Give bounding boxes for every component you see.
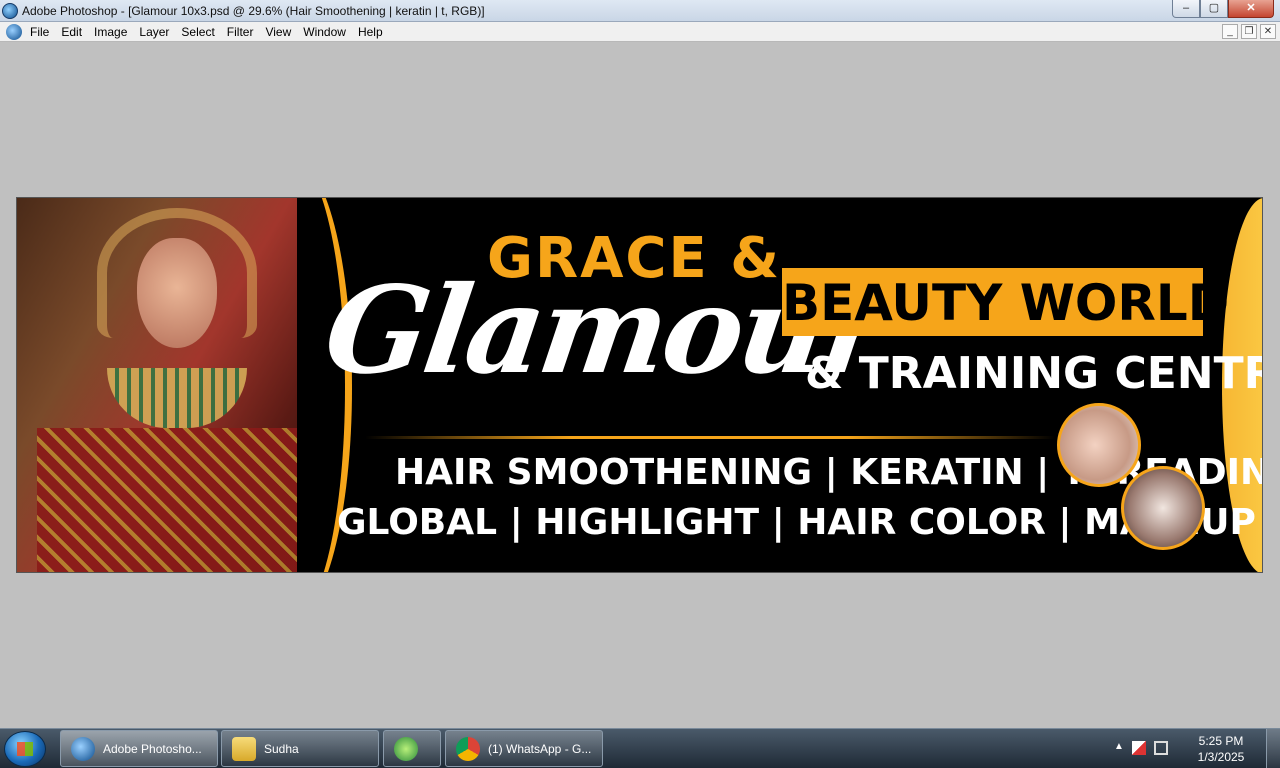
taskbar-item-label: Adobe Photosho... (103, 741, 202, 756)
taskbar-item-green-app[interactable] (383, 730, 441, 767)
close-button[interactable]: ✕ (1228, 0, 1274, 18)
action-center-icon[interactable] (1132, 741, 1146, 755)
green-app-icon (394, 736, 418, 761)
beauty-world-box: BEAUTY WORLD (782, 268, 1230, 336)
network-icon[interactable] (1154, 741, 1168, 755)
window-titlebar: Adobe Photoshop - [Glamour 10x3.psd @ 29… (0, 0, 1280, 22)
window-controls: – ▢ ✕ (1172, 0, 1274, 18)
bridal-necklace (107, 368, 247, 428)
menu-bar: File Edit Image Layer Select Filter View… (0, 22, 1280, 42)
system-tray: ▲ 5:25 PM 1/3/2025 (1110, 729, 1280, 768)
nail-art-photo (1121, 466, 1205, 550)
menu-view[interactable]: View (265, 25, 291, 39)
photoshop-app-icon[interactable] (2, 3, 18, 19)
bride-face (137, 238, 217, 348)
taskbar-item-whatsapp[interactable]: (1) WhatsApp - G... (445, 730, 603, 767)
chrome-icon (456, 736, 480, 761)
clock-date[interactable]: 1/3/2025 (1186, 750, 1256, 764)
gold-divider-line (365, 436, 1055, 439)
clock-time[interactable]: 5:25 PM (1186, 734, 1256, 748)
document-controls: _ ❐ ✕ (1219, 24, 1276, 39)
menu-help[interactable]: Help (358, 25, 383, 39)
menu-image[interactable]: Image (94, 25, 127, 39)
maximize-button[interactable]: ▢ (1200, 0, 1228, 18)
doc-minimize-button[interactable]: _ (1222, 24, 1238, 39)
doc-restore-button[interactable]: ❐ (1241, 24, 1257, 39)
menu-edit[interactable]: Edit (61, 25, 82, 39)
taskbar-item-label: (1) WhatsApp - G... (488, 741, 592, 756)
taskbar-item-sudha[interactable]: Sudha (221, 730, 379, 767)
start-button[interactable] (4, 731, 46, 767)
minimize-button[interactable]: – (1172, 0, 1200, 18)
show-hidden-icons-icon[interactable]: ▲ (1114, 741, 1124, 752)
doc-close-button[interactable]: ✕ (1260, 24, 1276, 39)
show-desktop-button[interactable] (1266, 729, 1280, 768)
facial-treatment-photo (1057, 403, 1141, 487)
document-canvas[interactable]: GRACE & Glamour BEAUTY WORLD & TRAINING … (16, 197, 1263, 573)
folder-icon (232, 736, 256, 761)
taskbar-item-photoshop[interactable]: Adobe Photosho... (60, 730, 218, 767)
taskbar-item-label: Sudha (264, 741, 299, 756)
photoshop-icon (71, 736, 95, 761)
menu-layer[interactable]: Layer (139, 25, 169, 39)
menu-items: File Edit Image Layer Select Filter View… (30, 25, 395, 39)
menu-select[interactable]: Select (181, 25, 214, 39)
banner-training-text: & TRAINING CENTRE (805, 348, 1263, 399)
banner-beauty-world-text: BEAUTY WORLD (782, 274, 1230, 332)
taskbar: Adobe Photosho... Sudha (1) WhatsApp - G… (0, 728, 1280, 768)
menu-window[interactable]: Window (303, 25, 346, 39)
window-title: Adobe Photoshop - [Glamour 10x3.psd @ 29… (22, 4, 485, 18)
menu-file[interactable]: File (30, 25, 49, 39)
document-icon[interactable] (6, 24, 22, 40)
menu-filter[interactable]: Filter (227, 25, 254, 39)
